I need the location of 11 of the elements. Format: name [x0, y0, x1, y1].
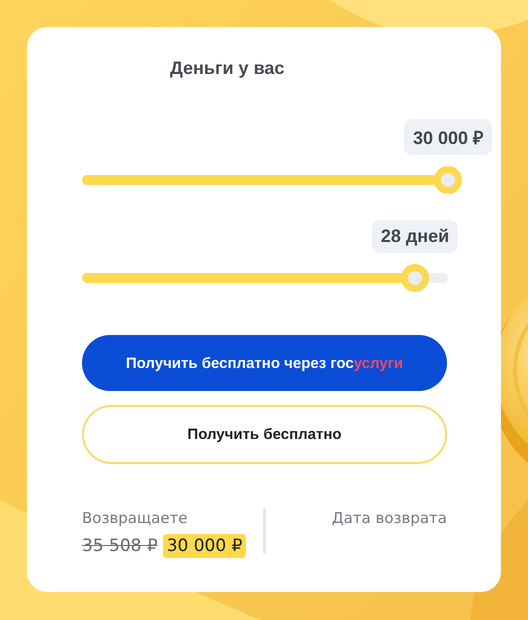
slider-handle[interactable] — [401, 264, 430, 292]
slider-handle[interactable] — [434, 166, 462, 194]
gosuslugi-button[interactable]: Получить бесплатно через госуслуги — [82, 335, 447, 391]
value-bubble: 30 000 ₽ — [404, 119, 492, 155]
value-bubble: 28 дней — [372, 220, 458, 253]
section-title: Деньги у вас — [170, 57, 286, 79]
get-free-button[interactable]: Получить бесплатно — [82, 405, 447, 464]
return-date-label: Дата возврата — [330, 508, 447, 528]
amount-badge: 30 000 ₽ — [162, 534, 246, 558]
repayment-label: Возвращаете — [82, 508, 189, 528]
old-amount: 35 508 ₽ — [82, 536, 158, 556]
